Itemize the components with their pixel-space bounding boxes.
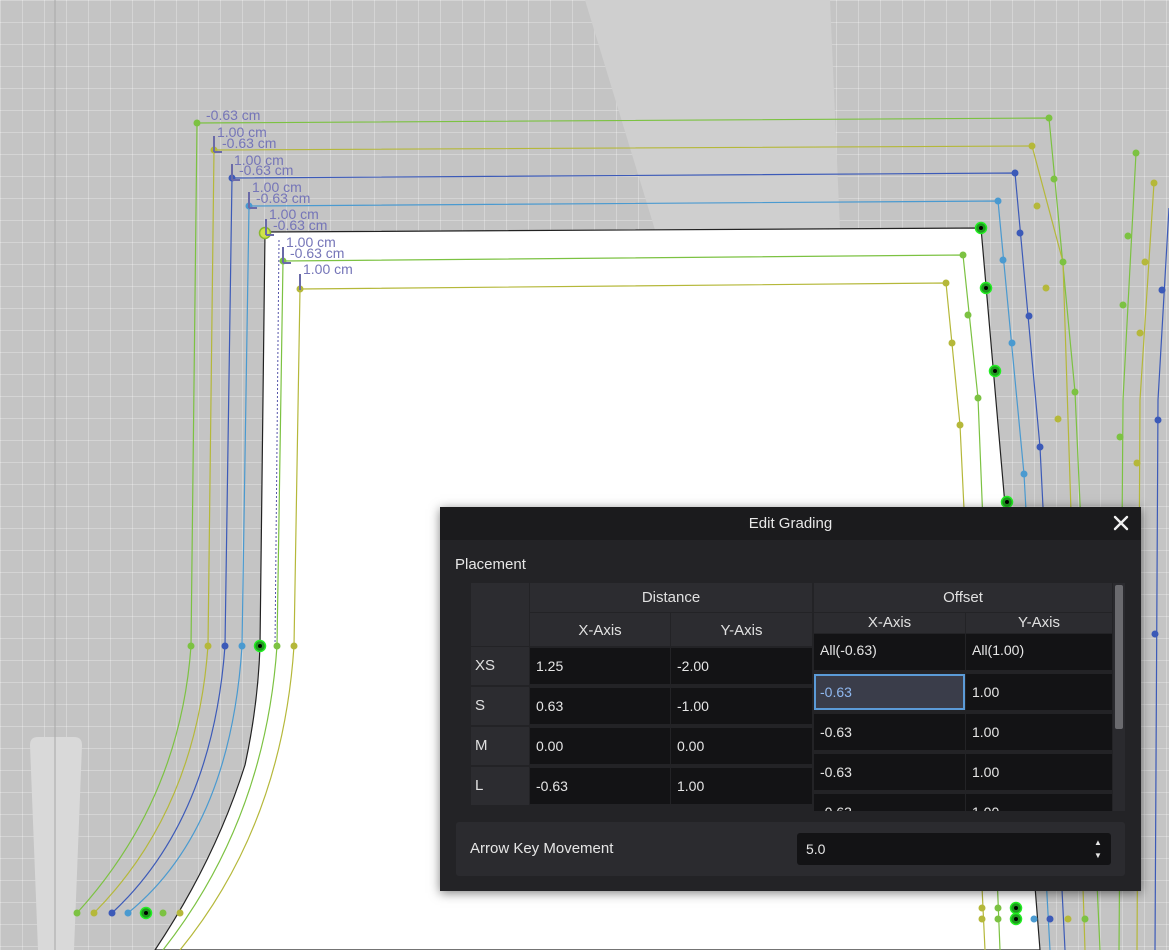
distance-y-cell[interactable]: 1.00	[671, 768, 812, 804]
distance-label: 1.00 cm	[303, 261, 353, 277]
distance-y-cell[interactable]: -2.00	[671, 648, 812, 684]
spin-down-icon[interactable]: ▼	[1093, 851, 1103, 860]
offset-x-cell[interactable]: -0.63	[814, 714, 965, 750]
distance-y-axis-header[interactable]: Y-Axis	[671, 613, 812, 646]
row-label-l: L	[471, 767, 529, 805]
row-label-s: S	[471, 687, 529, 725]
dialog-header[interactable]: Edit Grading	[440, 507, 1141, 540]
background-garment-shape	[585, 0, 840, 230]
distance-x-cell[interactable]: 0.00	[530, 728, 670, 764]
distance-x-cell[interactable]: 0.63	[530, 688, 670, 724]
offset-x-cell-selected[interactable]: -0.63	[814, 674, 965, 710]
close-icon[interactable]	[1109, 511, 1133, 535]
offset-y-cell[interactable]: 1.00	[966, 794, 1112, 811]
dialog-title: Edit Grading	[748, 515, 833, 532]
spin-up-icon[interactable]: ▲	[1093, 838, 1103, 847]
offset-x-cell[interactable]: -0.63	[814, 794, 965, 811]
background-garment-shape	[30, 737, 82, 950]
grade-line-yellow-left[interactable]	[93, 149, 215, 914]
arrow-key-movement-value: 5.0	[806, 841, 826, 857]
offset-label: -0.63 cm	[222, 135, 276, 151]
distance-header: Distance	[530, 583, 812, 612]
arrow-key-movement-label: Arrow Key Movement	[470, 840, 614, 857]
offset-x-axis-header[interactable]: X-Axis	[814, 613, 965, 633]
table-scrollbar[interactable]	[1113, 583, 1125, 811]
arrow-key-panel: Arrow Key Movement 5.0 ▲ ▼	[456, 822, 1125, 876]
offset-x-all-cell[interactable]: All(-0.63)	[814, 634, 965, 670]
offset-header: Offset	[814, 583, 1112, 612]
offset-y-cell[interactable]: 1.00	[966, 754, 1112, 790]
offset-label: -0.63 cm	[273, 217, 327, 233]
row-label-m: M	[471, 727, 529, 765]
distance-x-cell[interactable]: -0.63	[530, 768, 670, 804]
arrow-key-movement-input[interactable]: 5.0 ▲ ▼	[797, 833, 1111, 865]
offset-y-all-cell[interactable]: All(1.00)	[966, 634, 1112, 670]
distance-y-cell[interactable]: -1.00	[671, 688, 812, 724]
scrollbar-thumb[interactable]	[1115, 585, 1123, 729]
neighbor-pattern-line	[1154, 207, 1169, 950]
offset-label: -0.63 cm	[206, 107, 260, 123]
offset-y-cell[interactable]: 1.00	[966, 714, 1112, 750]
row-label-xs: XS	[471, 647, 529, 685]
table-corner	[471, 583, 529, 646]
grade-line-blue-left[interactable]	[111, 177, 233, 914]
offset-y-cell[interactable]: 1.00	[966, 674, 1112, 710]
offset-label: -0.63 cm	[256, 190, 310, 206]
offset-label: -0.63 cm	[290, 245, 344, 261]
edit-grading-dialog[interactable]: Edit Grading Placement Distance Offset X…	[440, 507, 1141, 891]
offset-label: -0.63 cm	[239, 162, 293, 178]
distance-x-axis-header[interactable]: X-Axis	[530, 613, 670, 646]
distance-x-cell[interactable]: 1.25	[530, 648, 670, 684]
placement-label: Placement	[455, 556, 526, 573]
grade-line-outer-green-left[interactable]	[76, 122, 198, 914]
grading-table[interactable]: Distance Offset X-Axis Y-Axis X-Axis Y-A…	[471, 583, 1112, 811]
distance-y-cell[interactable]: 0.00	[671, 728, 812, 764]
offset-x-cell[interactable]: -0.63	[814, 754, 965, 790]
offset-y-axis-header[interactable]: Y-Axis	[966, 613, 1112, 633]
